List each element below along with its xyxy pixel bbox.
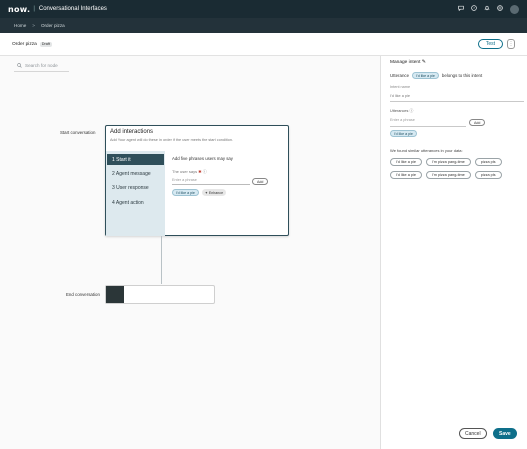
utterance-chip-2[interactable]: I'd like a pie <box>390 130 417 137</box>
more-options-button[interactable]: ⋮ <box>507 39 515 49</box>
flow-canvas[interactable] <box>0 56 380 449</box>
similar-row-2: I'd like a pie I'm pizza pang-time pizza… <box>390 171 502 179</box>
servicenow-logo: now. <box>8 4 31 14</box>
test-button[interactable]: Test <box>477 39 503 49</box>
card-subtitle: Add Your agent will do these in order if… <box>110 138 234 142</box>
search-underline <box>14 71 69 72</box>
intent-name-label: Intent name <box>390 85 411 89</box>
manage-intent-panel: Manage intent ✎ Utterance I'd like a pie… <box>380 56 527 449</box>
notifications-icon[interactable] <box>484 5 490 13</box>
add-phrase-button[interactable]: Add <box>252 178 269 185</box>
similar-chip[interactable]: I'd like a pie <box>390 171 422 179</box>
user-says-label: The user says ✱ ⓘ <box>172 169 207 175</box>
utterance-chip-row: I'd like a pie <box>390 130 417 137</box>
similar-chip[interactable]: I'm pizza pang-time <box>425 158 471 166</box>
step-list: 1 Start it 2 Agent message 3 User respon… <box>106 151 165 236</box>
utterance-input[interactable]: Enter a phrase <box>390 118 415 122</box>
panel-title: Manage intent ✎ <box>390 60 426 65</box>
end-conversation-node[interactable] <box>105 285 215 304</box>
card-title: Add interactions <box>110 129 154 135</box>
chat-icon[interactable] <box>458 5 464 13</box>
phrase-input[interactable]: Enter a phrase <box>172 177 250 185</box>
belongs-text: belongs to this intent <box>441 73 483 78</box>
similar-title: We found similar utterances in your data… <box>390 148 463 153</box>
utterances-label-row: Utterances ⓘ <box>390 109 413 114</box>
node-search[interactable]: Search for node <box>17 63 58 68</box>
utterance-row: Utterance I'd like a pie belongs to this… <box>390 72 482 79</box>
title-bar: Order pizza Draft Test ⋮ <box>0 33 527 56</box>
flow-connector <box>161 236 162 284</box>
search-input[interactable]: Search for node <box>25 63 58 68</box>
cancel-button[interactable]: Cancel <box>459 428 487 439</box>
phrases-instruction: Add five phrases users may say <box>172 156 233 161</box>
utterances-label: Utterances <box>390 109 409 113</box>
globe-icon[interactable] <box>497 5 503 13</box>
user-says-text: The user says <box>172 169 198 174</box>
breadcrumb-separator: > <box>32 23 35 28</box>
add-interactions-card[interactable]: Add interactions Add Your agent will do … <box>105 125 289 236</box>
header-divider: | <box>33 6 35 12</box>
info-icon: ⓘ <box>409 109 414 113</box>
breadcrumb-current: Order pizza <box>40 23 65 28</box>
utterance-chip: I'd like a pie <box>412 72 439 79</box>
phrase-chips: I'd like a pie ✦ Enhance <box>172 189 227 196</box>
similar-chip[interactable]: I'm pizza pang-time <box>425 171 471 179</box>
similar-chip[interactable]: pizza pls <box>474 171 502 179</box>
status-badge: Draft <box>39 41 53 47</box>
breadcrumb: Home > Order pizza <box>0 18 527 33</box>
enhance-button[interactable]: ✦ Enhance <box>201 189 227 196</box>
svg-text:?: ? <box>473 6 475 10</box>
utterance-underline <box>390 126 466 127</box>
app-root: now. | Conversational Interfaces ? Home … <box>0 0 527 449</box>
required-icon: ✱ <box>198 169 202 174</box>
step-agent-message[interactable]: 2 Agent message <box>107 168 164 179</box>
phrase-chip[interactable]: I'd like a pie <box>172 189 199 196</box>
help-icon[interactable]: ? <box>471 5 477 13</box>
panel-title-text: Manage intent <box>390 60 421 65</box>
top-header: now. | Conversational Interfaces ? <box>0 0 527 18</box>
start-conversation-label: Start conversation <box>60 130 96 135</box>
save-button[interactable]: Save <box>493 428 517 439</box>
user-avatar[interactable] <box>510 4 519 14</box>
add-utterance-button[interactable]: Add <box>469 119 486 126</box>
similar-row-1: I'd like a pie I'm pizza pang-time pizza… <box>390 158 502 166</box>
similar-chip[interactable]: pizza pls <box>474 158 502 166</box>
end-node-icon-block <box>106 286 124 303</box>
search-icon <box>17 63 22 68</box>
step-user-response[interactable]: 3 User response <box>107 182 164 193</box>
step-start[interactable]: 1 Start it <box>107 154 164 165</box>
edit-icon[interactable]: ✎ <box>422 60 426 65</box>
page-title: Order pizza <box>12 41 37 47</box>
header-icons: ? <box>458 4 519 14</box>
similar-chip[interactable]: I'd like a pie <box>390 158 422 166</box>
utterance-label: Utterance <box>390 73 410 78</box>
end-conversation-label: End conversation <box>66 292 100 297</box>
info-icon: ⓘ <box>202 169 207 174</box>
breadcrumb-home[interactable]: Home <box>14 23 26 28</box>
enhance-label: Enhance <box>208 190 224 195</box>
step-agent-action[interactable]: 4 Agent action <box>107 197 164 208</box>
app-title: Conversational Interfaces <box>38 6 107 12</box>
intent-name-underline <box>390 101 524 102</box>
intent-name-input[interactable]: I'd like a pie <box>390 94 410 98</box>
step-body: Add five phrases users may say The user … <box>165 151 288 235</box>
